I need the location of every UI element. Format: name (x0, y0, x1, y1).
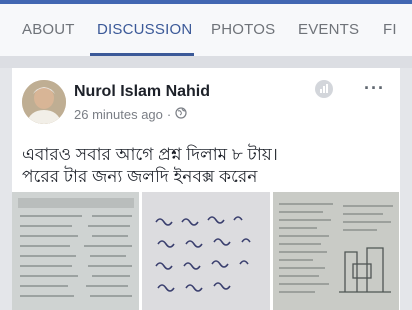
globe-icon (175, 107, 187, 122)
insights-icon[interactable] (315, 80, 333, 98)
tab-discussion[interactable]: DISCUSSION (97, 21, 192, 38)
post-author-name[interactable]: Nurol Islam Nahid (74, 83, 210, 101)
page-tab-bar: ABOUT DISCUSSION PHOTOS EVENTS FI (0, 0, 412, 56)
post-text: এবারও সবার আগে প্রশ্ন দিলাম ৮ টায়। পরের… (22, 144, 392, 188)
post-timestamp[interactable]: 26 minutes ago (74, 107, 163, 122)
section-divider (0, 56, 412, 68)
meta-separator: · (166, 107, 172, 122)
post-text-line-2: পরের টার জন্য জলদি ইনবক্স করেন (22, 167, 258, 186)
tab-photos[interactable]: PHOTOS (211, 21, 275, 38)
post-photo-2[interactable] (142, 192, 270, 310)
more-options-button[interactable]: ··· (364, 78, 385, 99)
avatar[interactable] (22, 80, 66, 124)
post-meta: 26 minutes ago · (74, 107, 187, 122)
post-photo-3[interactable] (272, 192, 400, 310)
avatar-image (22, 80, 66, 124)
post-photo-1[interactable] (12, 192, 140, 310)
tab-events[interactable]: EVENTS (298, 21, 359, 38)
post-text-line-1: এবারও সবার আগে প্রশ্ন দিলাম ৮ টায়। (22, 145, 278, 164)
tab-about[interactable]: ABOUT (22, 21, 75, 38)
post-card: Nurol Islam Nahid 26 minutes ago · ··· এ… (12, 68, 400, 310)
tab-files[interactable]: FI (383, 21, 397, 38)
post-photo-grid (12, 192, 400, 310)
